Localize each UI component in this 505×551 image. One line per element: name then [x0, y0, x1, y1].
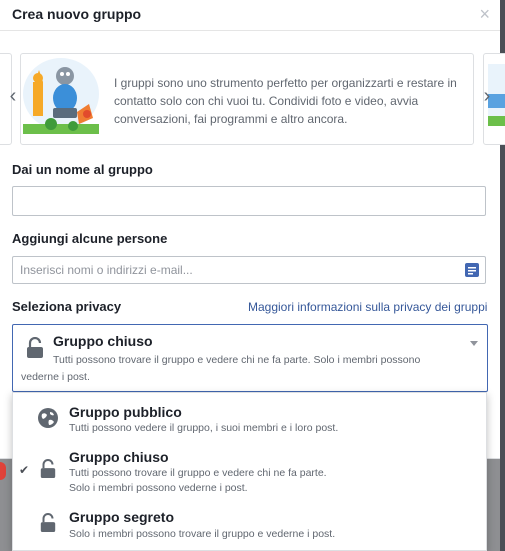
selected-privacy-title: Gruppo chiuso	[53, 333, 153, 349]
caret-down-icon	[470, 341, 478, 346]
group-name-field[interactable]	[12, 186, 486, 216]
chevron-right-icon[interactable]: ›	[478, 83, 496, 109]
intro-carousel: I gruppi sono uno strumento perfetto per…	[0, 53, 505, 145]
create-group-dialog: Crea nuovo gruppo × I gruppi sono uno st…	[0, 0, 505, 459]
privacy-option-closed[interactable]: ✔ Gruppo chiuso Tutti possono trovare il…	[13, 443, 486, 501]
group-name-label: Dai un nome al gruppo	[12, 162, 153, 177]
lock-icon	[40, 459, 56, 478]
add-people-field[interactable]	[12, 256, 486, 284]
privacy-dropdown-menu: Gruppo pubblico Tutti possono vedere il …	[12, 392, 487, 551]
groups-illustration-icon	[23, 58, 99, 134]
carousel-text: I gruppi sono uno strumento perfetto per…	[114, 76, 457, 126]
group-name-input[interactable]	[13, 187, 467, 213]
carousel-card-main: I gruppi sono uno strumento perfetto per…	[20, 53, 474, 145]
option-title: Gruppo pubblico	[69, 404, 182, 420]
lock-icon	[40, 513, 56, 532]
checkmark-icon: ✔	[19, 463, 30, 477]
privacy-option-secret[interactable]: Gruppo segreto Solo i membri possono tro…	[13, 503, 486, 551]
privacy-label: Seleziona privacy	[12, 299, 122, 314]
privacy-info-link[interactable]: Maggiori informazioni sulla privacy dei …	[248, 300, 487, 314]
dialog-header: Crea nuovo gruppo ×	[0, 0, 500, 31]
option-desc-line2: Solo i membri possono vederne i post.	[69, 482, 248, 494]
dialog-title: Crea nuovo gruppo	[12, 6, 142, 22]
add-people-label: Aggiungi alcune persone	[12, 231, 168, 246]
contact-list-icon[interactable]	[465, 263, 479, 277]
add-people-input[interactable]	[13, 257, 467, 283]
globe-icon	[38, 408, 58, 428]
close-icon[interactable]: ×	[479, 4, 490, 24]
privacy-select[interactable]: Gruppo chiuso Tutti possono trovare il g…	[12, 324, 488, 392]
chevron-left-icon[interactable]: ‹	[4, 83, 22, 109]
option-desc-line1: Tutti possono trovare il gruppo e vedere…	[69, 467, 327, 479]
selected-privacy-desc: Tutti possono trovare il gruppo e vedere…	[21, 354, 421, 383]
privacy-option-public[interactable]: Gruppo pubblico Tutti possono vedere il …	[13, 393, 486, 441]
option-desc: Tutti possono vedere il gruppo, i suoi m…	[69, 422, 339, 434]
option-title: Gruppo chiuso	[69, 449, 169, 465]
option-desc: Solo i membri possono trovare il gruppo …	[69, 528, 336, 540]
option-title: Gruppo segreto	[69, 509, 175, 525]
